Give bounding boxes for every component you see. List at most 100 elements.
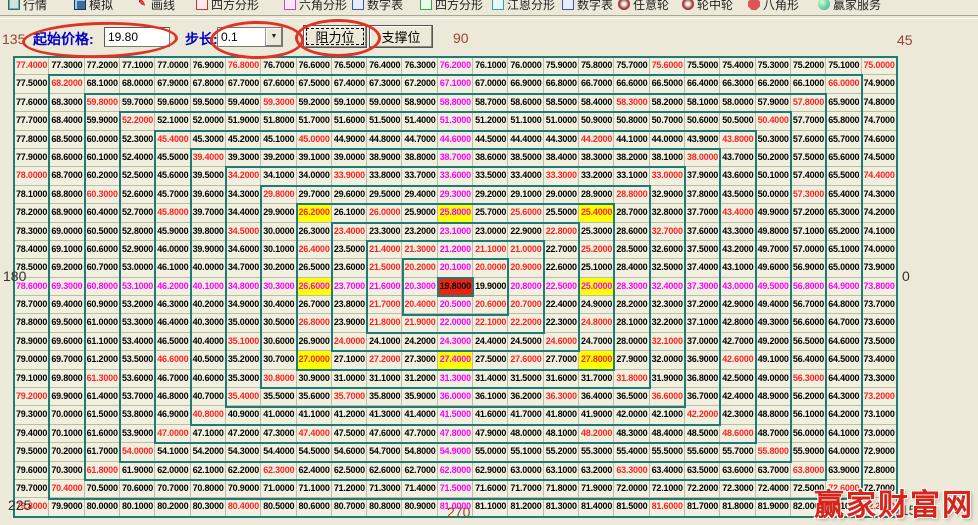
grid-cell[interactable]: 63.1000: [544, 462, 579, 480]
grid-cell[interactable]: 57.8000: [791, 94, 826, 112]
grid-cell[interactable]: 73.3000: [862, 370, 897, 388]
grid-cell[interactable]: 40.3000: [191, 314, 226, 332]
grid-cell[interactable]: 32.0000: [650, 351, 685, 369]
grid-cell[interactable]: 77.5000: [14, 75, 49, 93]
grid-cell[interactable]: 81.8000: [720, 498, 755, 516]
grid-cell[interactable]: 26.1000: [332, 204, 367, 222]
grid-cell[interactable]: 33.2000: [579, 167, 614, 185]
grid-cell[interactable]: 30.6000: [261, 333, 296, 351]
grid-cell[interactable]: 56.3000: [791, 370, 826, 388]
grid-cell[interactable]: 50.5000: [720, 112, 755, 130]
grid-cell[interactable]: 74.1000: [862, 223, 897, 241]
grid-cell[interactable]: 52.9000: [120, 241, 155, 259]
grid-cell[interactable]: 30.5000: [261, 314, 296, 332]
grid-cell[interactable]: 62.2000: [226, 462, 261, 480]
grid-cell[interactable]: 36.8000: [685, 370, 720, 388]
grid-cell[interactable]: 69.7000: [49, 351, 84, 369]
grid-cell[interactable]: 67.0000: [473, 75, 508, 93]
grid-cell[interactable]: 47.4000: [297, 425, 332, 443]
grid-cell[interactable]: 25.1000: [579, 259, 614, 277]
grid-cell[interactable]: 29.6000: [332, 186, 367, 204]
grid-cell[interactable]: 31.1000: [367, 370, 402, 388]
grid-cell[interactable]: 33.5000: [473, 167, 508, 185]
grid-cell[interactable]: 23.2000: [402, 223, 437, 241]
grid-cell[interactable]: 49.4000: [756, 296, 791, 314]
grid-cell[interactable]: 60.7000: [85, 259, 120, 277]
grid-cell[interactable]: 72.9000: [862, 443, 897, 461]
grid-cell[interactable]: 50.2000: [756, 149, 791, 167]
grid-cell[interactable]: 33.7000: [402, 167, 437, 185]
grid-cell[interactable]: 49.1000: [756, 351, 791, 369]
grid-cell[interactable]: 73.0000: [862, 425, 897, 443]
grid-cell[interactable]: 37.7000: [685, 204, 720, 222]
grid-cell[interactable]: 55.5000: [650, 443, 685, 461]
grid-cell[interactable]: 50.7000: [650, 112, 685, 130]
grid-cell[interactable]: 24.2000: [402, 333, 437, 351]
toolbar-item-0[interactable]: 行情: [8, 0, 47, 14]
grid-cell[interactable]: 42.6000: [720, 351, 755, 369]
resistance-button[interactable]: 阻力位: [303, 25, 367, 48]
grid-cell[interactable]: 66.3000: [720, 75, 755, 93]
grid-cell[interactable]: 24.6000: [544, 333, 579, 351]
grid-cell[interactable]: 35.7000: [332, 388, 367, 406]
grid-cell[interactable]: 53.8000: [120, 406, 155, 424]
grid-cell[interactable]: 33.1000: [614, 167, 649, 185]
grid-cell[interactable]: 64.9000: [826, 278, 861, 296]
grid-cell[interactable]: 26.5000: [297, 259, 332, 277]
grid-cell[interactable]: 45.0000: [297, 131, 332, 149]
grid-cell[interactable]: 39.5000: [191, 167, 226, 185]
grid-cell[interactable]: 47.5000: [332, 425, 367, 443]
grid-cell[interactable]: 53.3000: [120, 314, 155, 332]
grid-cell[interactable]: 51.5000: [367, 112, 402, 130]
grid-cell[interactable]: 35.2000: [226, 351, 261, 369]
grid-cell[interactable]: 20.7000: [508, 296, 543, 314]
grid-cell[interactable]: 81.3000: [544, 498, 579, 516]
grid-cell[interactable]: 29.4000: [402, 186, 437, 204]
grid-cell[interactable]: 81.4000: [579, 498, 614, 516]
grid-cell[interactable]: 25.9000: [402, 204, 437, 222]
toolbar-item-3[interactable]: 四方分形: [196, 0, 259, 14]
grid-cell[interactable]: 71.8000: [544, 480, 579, 498]
grid-cell[interactable]: 29.1000: [508, 186, 543, 204]
grid-cell[interactable]: 37.0000: [685, 333, 720, 351]
grid-cell[interactable]: 69.5000: [49, 314, 84, 332]
grid-cell[interactable]: 64.4000: [826, 370, 861, 388]
grid-cell[interactable]: 79.0000: [14, 351, 49, 369]
grid-cell[interactable]: 21.2000: [438, 241, 473, 259]
grid-cell[interactable]: 72.4000: [756, 480, 791, 498]
grid-cell[interactable]: 46.3000: [155, 296, 190, 314]
grid-cell[interactable]: 58.5000: [544, 94, 579, 112]
grid-cell[interactable]: 49.2000: [756, 333, 791, 351]
grid-cell[interactable]: 50.6000: [685, 112, 720, 130]
grid-cell[interactable]: 45.3000: [191, 131, 226, 149]
grid-cell[interactable]: 76.6000: [297, 57, 332, 75]
grid-cell[interactable]: 63.8000: [791, 462, 826, 480]
grid-cell[interactable]: 50.1000: [756, 167, 791, 185]
grid-cell[interactable]: 79.4000: [14, 425, 49, 443]
grid-cell[interactable]: 56.5000: [791, 333, 826, 351]
grid-cell[interactable]: 41.5000: [438, 406, 473, 424]
grid-cell[interactable]: 54.8000: [402, 443, 437, 461]
grid-cell[interactable]: 37.2000: [685, 296, 720, 314]
grid-cell[interactable]: 34.8000: [226, 278, 261, 296]
grid-cell[interactable]: 28.2000: [614, 296, 649, 314]
grid-cell[interactable]: 79.6000: [14, 462, 49, 480]
grid-cell[interactable]: 54.5000: [297, 443, 332, 461]
grid-cell[interactable]: 38.6000: [473, 149, 508, 167]
grid-cell[interactable]: 27.5000: [473, 351, 508, 369]
grid-cell[interactable]: 27.4000: [438, 351, 473, 369]
toolbar-item-7[interactable]: 江恩分形: [492, 0, 555, 14]
grid-cell[interactable]: 56.6000: [791, 314, 826, 332]
grid-cell[interactable]: 65.2000: [826, 223, 861, 241]
grid-cell[interactable]: 63.7000: [756, 462, 791, 480]
grid-cell[interactable]: 35.9000: [402, 388, 437, 406]
grid-cell[interactable]: 59.3000: [261, 94, 296, 112]
grid-cell[interactable]: 34.9000: [226, 296, 261, 314]
grid-cell[interactable]: 69.0000: [49, 223, 84, 241]
grid-cell[interactable]: 76.3000: [402, 57, 437, 75]
grid-cell[interactable]: 80.3000: [191, 498, 226, 516]
grid-cell[interactable]: 30.8000: [261, 370, 296, 388]
grid-cell[interactable]: 67.5000: [297, 75, 332, 93]
grid-cell[interactable]: 30.1000: [261, 241, 296, 259]
grid-cell[interactable]: 20.3000: [402, 278, 437, 296]
